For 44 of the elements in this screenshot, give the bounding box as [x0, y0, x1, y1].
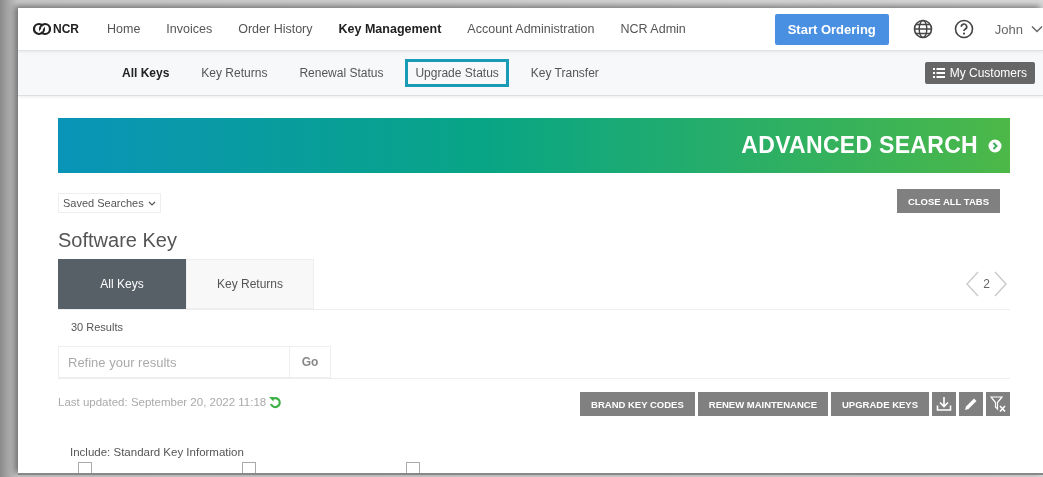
include-label: Include: Standard Key Information: [70, 446, 245, 458]
clear-filter-icon: [990, 396, 1006, 412]
subnav-link[interactable]: Key Returns: [191, 59, 278, 87]
subnav-link[interactable]: Renewal Status: [289, 59, 394, 87]
chevron-down-icon[interactable]: [1031, 25, 1043, 33]
logo-icon: [33, 22, 51, 36]
clear-filter-button[interactable]: [986, 392, 1010, 416]
action-button[interactable]: RENEW MAINTENANCE: [697, 392, 828, 416]
nav-link[interactable]: Key Management: [338, 22, 442, 36]
nav-link[interactable]: Account Administration: [467, 22, 595, 36]
globe-icon[interactable]: [912, 19, 933, 39]
download-icon: [936, 396, 952, 412]
refresh-icon[interactable]: [268, 394, 283, 409]
action-button[interactable]: BRAND KEY CODES: [580, 392, 695, 416]
close-all-tabs-button[interactable]: CLOSE ALL TABS: [896, 189, 1000, 213]
last-updated: Last updated: September 20, 2022 11:18: [58, 395, 267, 408]
subnav-link[interactable]: Key Transfer: [520, 59, 609, 87]
logo: NCR: [33, 22, 79, 36]
nav-link[interactable]: Order History: [238, 22, 313, 36]
my-customers-button[interactable]: My Customers: [924, 62, 1035, 84]
checkbox[interactable]: [406, 462, 420, 473]
nav-link[interactable]: NCR Admin: [620, 22, 686, 36]
user-menu[interactable]: John: [994, 21, 1023, 37]
results-count: 30 Results: [71, 321, 124, 333]
nav-link[interactable]: Invoices: [166, 22, 213, 36]
tab[interactable]: Key Returns: [186, 259, 314, 309]
section-title: Software Key: [58, 229, 178, 252]
nav-link[interactable]: Home: [107, 22, 141, 36]
help-icon[interactable]: [953, 19, 974, 39]
download-button[interactable]: [932, 392, 956, 416]
pencil-button[interactable]: [959, 392, 983, 416]
page-number: 2: [983, 277, 990, 291]
subnav-link[interactable]: All Keys: [112, 59, 180, 87]
checkbox[interactable]: [78, 462, 92, 473]
pencil-icon: [963, 396, 979, 412]
refine-field[interactable]: Refine your results Go: [58, 346, 331, 378]
list-icon: [932, 67, 945, 79]
chevron-down-icon: [147, 200, 156, 206]
arrow-right-icon: [988, 138, 1002, 153]
saved-searches-dropdown[interactable]: Saved Searches: [58, 193, 161, 213]
subnav-link[interactable]: Upgrade Status: [405, 59, 509, 87]
tab[interactable]: All Keys: [58, 259, 186, 309]
checkbox[interactable]: [242, 462, 256, 473]
action-button[interactable]: UPGRADE KEYS: [831, 392, 929, 416]
